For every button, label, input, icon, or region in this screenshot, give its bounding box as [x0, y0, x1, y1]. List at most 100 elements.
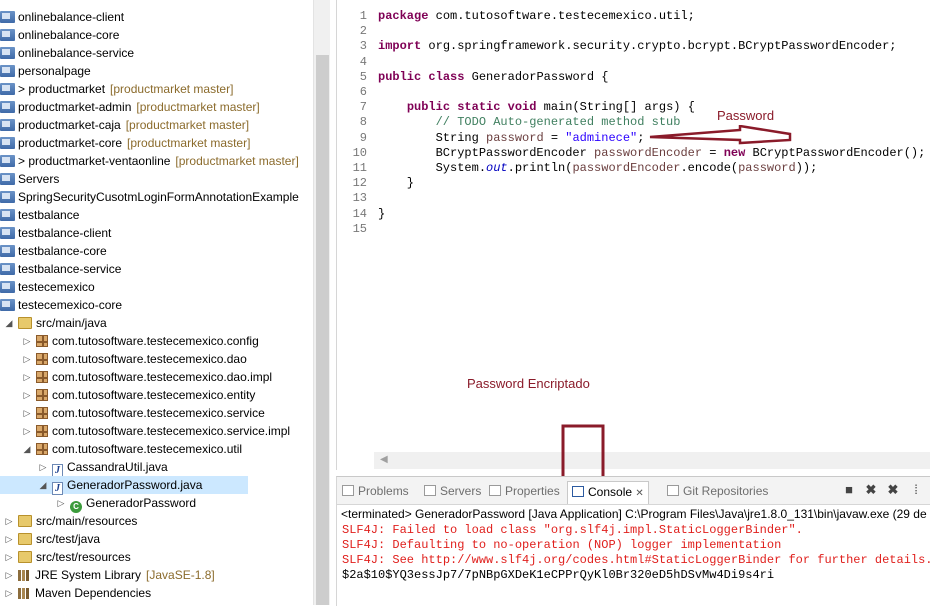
remove-launch-icon[interactable]: ✖	[864, 483, 878, 497]
expand-icon[interactable]: ▷	[4, 584, 14, 602]
code-token: com.tutosoftware.testecemexico.util;	[428, 9, 695, 23]
tree-item[interactable]: onlinebalance-core	[0, 26, 119, 44]
tree-item[interactable]: testecemexico-core	[0, 296, 122, 314]
tab-servers[interactable]: Servers	[424, 483, 481, 501]
tree-item[interactable]: ▷ Maven Dependencies	[0, 584, 152, 602]
code-line[interactable]: public class GeneradorPassword {	[378, 70, 608, 85]
line-number: 7	[359, 100, 367, 115]
tree-item[interactable]: ▷ C GeneradorPassword	[0, 494, 196, 513]
tree-item[interactable]: ▷ JRE System Library [JavaSE-1.8]	[0, 566, 215, 584]
encrypted-password-annotation-label: Password Encriptado	[467, 376, 590, 391]
tab-console[interactable]: Console ✕	[567, 481, 649, 504]
code-line[interactable]: String password = "adminece";	[378, 130, 645, 146]
tree-item-label: testbalance	[18, 208, 80, 222]
tree-item[interactable]: ▷ J CassandraUtil.java	[0, 458, 168, 477]
tree-item[interactable]: productmarket-caja [productmarket master]	[0, 116, 249, 134]
remove-all-launches-icon[interactable]: ✖	[886, 483, 900, 497]
tree-item[interactable]: productmarket-core [productmarket master]	[0, 134, 250, 152]
line-number: 13	[352, 191, 367, 206]
code-editor[interactable]: 1 2 3 4 5 6 7 8 9 10 11 12 13 14 15 package com.tutoso…	[336, 0, 930, 470]
tree-item[interactable]: > productmarket [productmarket master]	[0, 80, 233, 98]
tree-item[interactable]: productmarket-admin [productmarket master…	[0, 98, 260, 116]
code-line[interactable]: // TODO Auto-generated method stub	[378, 115, 681, 130]
tree-item-label: productmarket-caja	[18, 118, 121, 132]
expand-icon[interactable]: ▷	[56, 494, 66, 512]
code-line[interactable]: import org.springframework.security.cryp…	[378, 39, 897, 54]
code-line[interactable]: public static void main(String[] args) {	[378, 100, 695, 115]
expand-icon[interactable]: ▷	[22, 386, 32, 404]
tree-item-label: onlinebalance-client	[18, 10, 125, 24]
tree-item[interactable]: ◢ J GeneradorPassword.java	[0, 476, 248, 495]
tab-git-repositories[interactable]: Git Repositories	[667, 483, 768, 501]
code-line[interactable]: package com.tutosoftware.testecemexico.u…	[378, 9, 695, 24]
tree-item[interactable]: testbalance-service	[0, 260, 121, 278]
code-token: class	[428, 69, 465, 84]
tree-item[interactable]: > productmarket-ventaonline [productmarke…	[0, 152, 299, 170]
tree-item[interactable]: ▷ com.tutosoftware.testecemexico.dao.impl	[0, 368, 273, 386]
tree-item-label: testbalance-core	[18, 244, 107, 258]
tree-item[interactable]: Servers	[0, 170, 59, 188]
more-options-icon[interactable]: ⁞	[909, 483, 923, 497]
tab-problems[interactable]: Problems	[342, 483, 409, 501]
expand-icon[interactable]: ▷	[22, 368, 32, 386]
tree-item[interactable]: testbalance-core	[0, 242, 107, 260]
expand-icon[interactable]: ▷	[22, 332, 32, 350]
tree-item[interactable]: ▷ com.tutosoftware.testecemexico.entity	[0, 386, 256, 404]
tree-item[interactable]: personalpage	[0, 62, 91, 80]
line-number: 3	[359, 39, 367, 54]
tree-item[interactable]: SpringSecurityCusotmLoginFormAnnotationE…	[0, 188, 299, 206]
tree-item[interactable]: ▷ com.tutosoftware.testecemexico.dao	[0, 350, 247, 368]
tree-item-decoration: [productmarket master]	[175, 154, 299, 168]
expand-icon[interactable]: ▷	[22, 404, 32, 422]
tree-item[interactable]: ▷ src/main/resources	[0, 512, 138, 530]
collapse-icon[interactable]: ◢	[38, 476, 48, 494]
line-number: 8	[359, 115, 367, 130]
tree-item[interactable]: testecemexico	[0, 278, 95, 296]
console-line: $2a$10$YQ3essJp7/7pNBpGXDeK1eCPPrQyKl0Br…	[342, 568, 775, 582]
explorer-scrollbar[interactable]	[313, 0, 330, 605]
code-token: String	[378, 130, 487, 145]
tree-item[interactable]: onlinebalance-client	[0, 8, 124, 26]
tree-item[interactable]: ▷ com.tutosoftware.testecemexico.config	[0, 332, 259, 350]
expand-icon[interactable]: ▷	[4, 548, 14, 566]
expand-icon[interactable]: ▷	[22, 350, 32, 368]
tree-item[interactable]: testbalance-client	[0, 224, 111, 242]
expand-icon[interactable]: ▷	[4, 566, 14, 584]
project-icon	[0, 101, 15, 113]
tree-item-decoration: [productmarket master]	[110, 82, 234, 96]
tree-item-label: com.tutosoftware.testecemexico.entity	[52, 388, 256, 402]
console-line: SLF4J: Failed to load class "org.slf4j.i…	[342, 523, 803, 537]
stop-icon[interactable]: ■	[842, 483, 856, 497]
tree-item[interactable]: ▷ src/test/resources	[0, 548, 131, 566]
project-icon	[0, 281, 15, 293]
code-line[interactable]: System.out.println(passwordEncoder.encod…	[378, 161, 818, 176]
code-token: password	[738, 161, 796, 175]
explorer-scroll-thumb[interactable]	[316, 55, 329, 605]
tree-item[interactable]: testbalance	[0, 206, 79, 224]
tree-item[interactable]: ◢ com.tutosoftware.testecemexico.util	[0, 440, 243, 458]
expand-icon[interactable]: ▷	[22, 422, 32, 440]
tree-item[interactable]: ▷ com.tutosoftware.testecemexico.service	[0, 404, 265, 422]
code-token: org.springframework.security.crypto.bcry…	[421, 39, 897, 54]
tree-item-label: testbalance-client	[18, 226, 112, 240]
scroll-left-arrow-icon[interactable]: ◀	[380, 454, 388, 465]
tree-item[interactable]: ▷ com.tutosoftware.testecemexico.service.…	[0, 422, 291, 440]
project-icon	[0, 29, 15, 41]
tree-item-label: testbalance-service	[18, 262, 122, 276]
tree-item[interactable]: onlinebalance-service	[0, 44, 134, 62]
tree-item[interactable]: ◢ src/main/java	[0, 314, 107, 332]
close-tab-icon[interactable]: ✕	[635, 488, 643, 499]
collapse-icon[interactable]: ◢	[4, 314, 14, 332]
code-token: out	[486, 161, 508, 175]
tree-item[interactable]: ▷ src/test/java	[0, 530, 101, 548]
editor-horizontal-scrollbar[interactable]: ◀	[374, 452, 930, 469]
code-line[interactable]: }	[378, 176, 414, 191]
expand-icon[interactable]: ▷	[4, 530, 14, 548]
expand-icon[interactable]: ▷	[38, 458, 48, 476]
library-icon	[18, 570, 31, 581]
collapse-icon[interactable]: ◢	[22, 440, 32, 458]
tab-properties[interactable]: Properties	[489, 483, 560, 501]
code-line[interactable]: }	[378, 207, 385, 222]
expand-icon[interactable]: ▷	[4, 512, 14, 530]
